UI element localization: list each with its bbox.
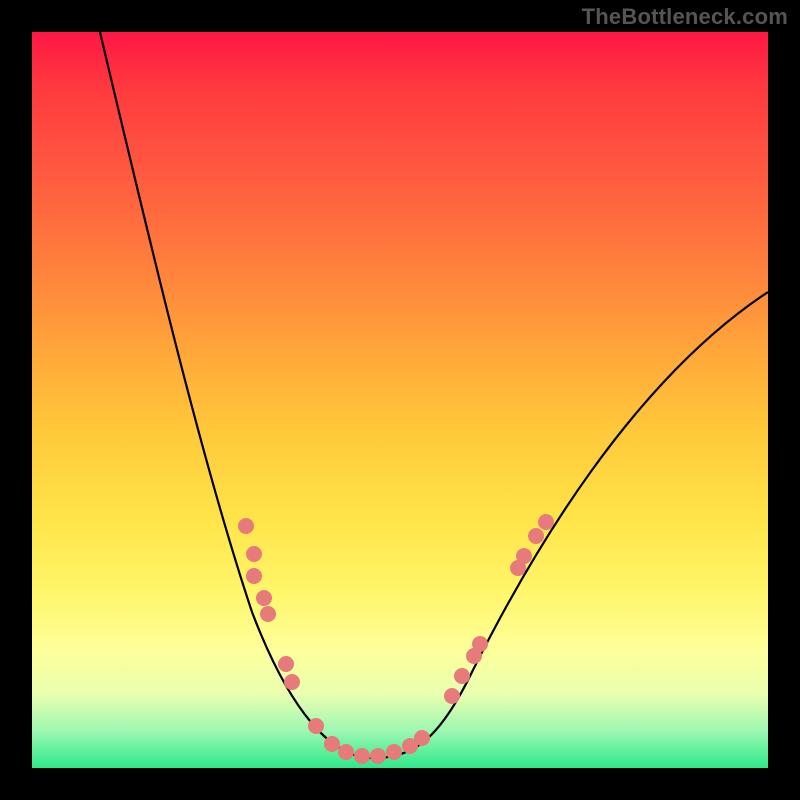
data-point (246, 568, 262, 584)
data-point (256, 590, 272, 606)
data-point (354, 748, 370, 764)
data-points (238, 514, 554, 764)
data-point (338, 744, 354, 760)
data-point (260, 606, 276, 622)
bottleneck-curve (100, 32, 768, 758)
data-point (324, 736, 340, 752)
data-point (528, 528, 544, 544)
data-point (538, 514, 554, 530)
data-point (414, 730, 430, 746)
chart-svg (32, 32, 768, 768)
data-point (454, 668, 470, 684)
data-point (516, 548, 532, 564)
data-point (370, 748, 386, 764)
plot-area (32, 32, 768, 768)
watermark-text: TheBottleneck.com (582, 4, 788, 30)
chart-frame: TheBottleneck.com (0, 0, 800, 800)
data-point (246, 546, 262, 562)
data-point (308, 718, 324, 734)
data-point (278, 656, 294, 672)
data-point (284, 674, 300, 690)
data-point (472, 636, 488, 652)
data-point (444, 688, 460, 704)
data-point (238, 518, 254, 534)
data-point (386, 744, 402, 760)
